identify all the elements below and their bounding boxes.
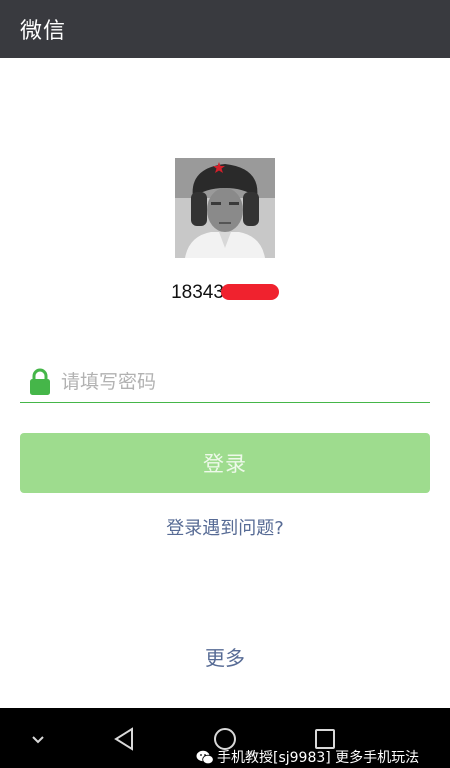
password-input[interactable]: [61, 371, 401, 393]
avatar: [175, 158, 275, 258]
watermark: 手机教授[sj9983] 更多手机玩法: [196, 746, 419, 768]
account-phone: 18343: [0, 282, 450, 304]
title-bar: 微信: [0, 0, 450, 58]
back-icon[interactable]: [110, 724, 140, 754]
chevron-down-icon[interactable]: [23, 724, 53, 754]
wechat-login-screen: 微信 18343 登录 登录遇到问题? 更多 手机教授[sj9983] 更多手机…: [0, 0, 450, 768]
wechat-logo-icon: [196, 750, 214, 764]
watermark-text: 手机教授[sj9983] 更多手机玩法: [217, 750, 420, 766]
app-title: 微信: [20, 19, 67, 44]
lock-icon: [30, 368, 50, 395]
redaction-mark: [220, 284, 279, 300]
login-problem-link[interactable]: 登录遇到问题?: [0, 514, 450, 540]
avatar-photo: [175, 158, 275, 258]
more-options-link[interactable]: 更多: [0, 642, 450, 671]
phone-number: 18343: [171, 282, 224, 303]
login-button[interactable]: 登录: [20, 433, 430, 493]
password-field[interactable]: [20, 362, 430, 403]
